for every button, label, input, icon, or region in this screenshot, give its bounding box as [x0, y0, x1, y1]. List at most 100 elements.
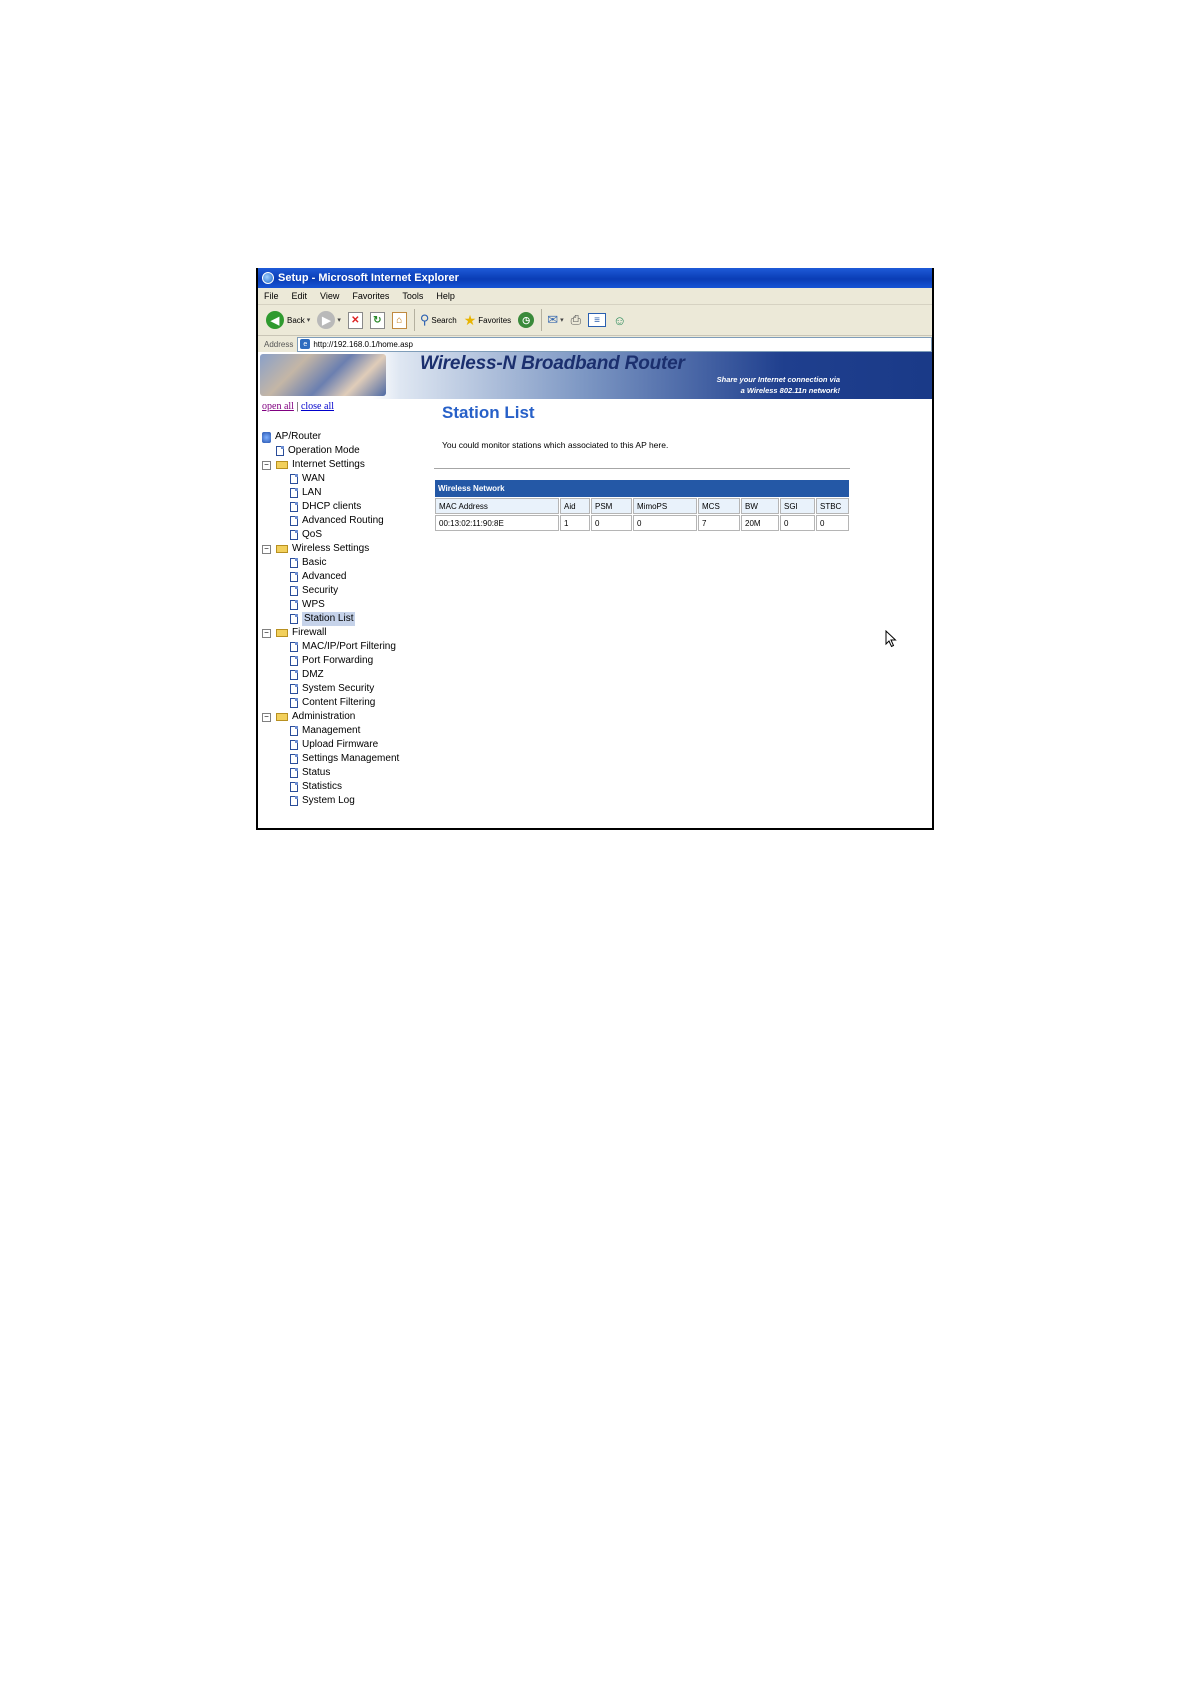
tree-item-port-forwarding[interactable]: Port Forwarding: [262, 654, 399, 668]
tree-root[interactable]: AP/Router: [262, 430, 399, 444]
menu-edit[interactable]: Edit: [292, 291, 308, 301]
tree-folder-label: Internet Settings: [292, 459, 365, 470]
tree-item-label: Statistics: [302, 781, 343, 792]
menu-help[interactable]: Help: [436, 291, 455, 301]
table-row: 00:13:02:11:90:8E 1 0 0 7 20M 0 0: [435, 515, 849, 531]
tree-item-wps[interactable]: WPS: [262, 598, 399, 612]
router-banner: Wireless-N Broadband Router Share your I…: [258, 352, 932, 399]
toolbar-separator: [541, 309, 543, 331]
tree-item-status[interactable]: Status: [262, 766, 399, 780]
tree-item-content-filtering[interactable]: Content Filtering: [262, 696, 399, 710]
back-dropdown-icon[interactable]: ▾: [307, 316, 311, 324]
router-icon: [262, 431, 271, 443]
tree-item-advanced[interactable]: Advanced: [262, 570, 399, 584]
cell-mcs: 7: [698, 515, 740, 531]
mail-button[interactable]: ✉ ▾: [547, 312, 563, 328]
station-table: Wireless Network MAC Address Aid PSM Mim…: [434, 479, 850, 532]
tree-item-management[interactable]: Management: [262, 724, 399, 738]
tree-item-label: System Log: [302, 795, 355, 806]
open-all-link[interactable]: open all: [262, 401, 294, 412]
history-button[interactable]: ◷: [518, 312, 535, 328]
star-icon: ★: [463, 311, 477, 328]
tree-item-dmz[interactable]: DMZ: [262, 668, 399, 682]
column-header-stbc: STBC: [816, 498, 849, 514]
link-separator: |: [296, 401, 299, 412]
tree-item-system-log[interactable]: System Log: [262, 794, 399, 808]
tree-folder-firewall[interactable]: − Firewall: [262, 626, 399, 640]
tree-item-advanced-routing[interactable]: Advanced Routing: [262, 514, 399, 528]
column-header-sgi: SGI: [780, 498, 815, 514]
address-url: http://192.168.0.1/home.asp: [313, 339, 413, 349]
tree-item-mac-ip-port-filtering[interactable]: MAC/IP/Port Filtering: [262, 640, 399, 654]
tree-item-label: Security: [302, 585, 339, 596]
column-header-mac-address: MAC Address: [435, 498, 559, 514]
tree-item-system-security[interactable]: System Security: [262, 682, 399, 696]
stop-icon: ✕: [347, 311, 363, 329]
collapse-toggle-icon[interactable]: −: [262, 713, 271, 722]
cell-sgi: 0: [780, 515, 815, 531]
tree-item-dhcp-clients[interactable]: DHCP clients: [262, 500, 399, 514]
tree-item-lan[interactable]: LAN: [262, 486, 399, 500]
tree-item-station-list[interactable]: Station List: [262, 612, 399, 626]
print-button[interactable]: ⎙: [571, 312, 581, 328]
tree-item-upload-firmware[interactable]: Upload Firmware: [262, 738, 399, 752]
tree-links: open all | close all: [262, 401, 334, 412]
tree-item-security[interactable]: Security: [262, 584, 399, 598]
tree-item-wan[interactable]: WAN: [262, 472, 399, 486]
address-input[interactable]: e http://192.168.0.1/home.asp: [297, 336, 932, 352]
tree-item-label: QoS: [302, 529, 323, 540]
cell-mimops: 0: [633, 515, 697, 531]
menu-view[interactable]: View: [320, 291, 339, 301]
tree-item-label: WAN: [302, 473, 325, 484]
collapse-toggle-icon[interactable]: −: [262, 545, 271, 554]
back-button[interactable]: ◀ Back ▾: [266, 311, 310, 329]
tree-item-label: Content Filtering: [302, 697, 376, 708]
column-header-mimops: MimoPS: [633, 498, 697, 514]
close-all-link[interactable]: close all: [301, 401, 334, 412]
menu-file[interactable]: File: [264, 291, 279, 301]
edit-button[interactable]: ≡: [588, 313, 607, 327]
tree-item-basic[interactable]: Basic: [262, 556, 399, 570]
column-header-bw: BW: [741, 498, 779, 514]
forward-button[interactable]: ▶ ▾: [317, 311, 341, 329]
page-icon: [290, 502, 298, 512]
tree-item-label: Advanced Routing: [302, 515, 384, 526]
mail-dropdown-icon[interactable]: ▾: [560, 316, 564, 324]
mouse-cursor-icon: [885, 630, 897, 648]
collapse-toggle-icon[interactable]: −: [262, 461, 271, 470]
tree-item-label: LAN: [302, 487, 322, 498]
menu-favorites[interactable]: Favorites: [352, 291, 389, 301]
page-icon: [290, 488, 298, 498]
tree-folder-label: Wireless Settings: [292, 543, 370, 554]
page-icon: e: [300, 339, 311, 349]
tree-item-label: Management: [302, 725, 361, 736]
tree-item-label: Advanced: [302, 571, 347, 582]
tree-folder-internet-settings[interactable]: − Internet Settings: [262, 458, 399, 472]
refresh-button[interactable]: ↻: [369, 311, 385, 329]
tree-folder-wireless-settings[interactable]: − Wireless Settings: [262, 542, 399, 556]
search-button[interactable]: ⚲ Search: [420, 312, 457, 328]
menu-bar: File Edit View Favorites Tools Help: [258, 288, 932, 305]
home-button[interactable]: ⌂: [391, 311, 407, 329]
stop-button[interactable]: ✕: [347, 311, 363, 329]
tree-item-label: System Security: [302, 683, 375, 694]
tree-item-operation-mode[interactable]: Operation Mode: [262, 444, 399, 458]
messenger-icon: ☺: [613, 312, 627, 328]
favorites-button[interactable]: ★ Favorites: [464, 312, 511, 329]
collapse-toggle-icon[interactable]: −: [262, 629, 271, 638]
tree-item-statistics[interactable]: Statistics: [262, 780, 399, 794]
tree-item-label: DMZ: [302, 669, 324, 680]
refresh-icon: ↻: [369, 311, 385, 329]
tree-item-qos[interactable]: QoS: [262, 528, 399, 542]
folder-open-icon: [276, 461, 288, 469]
cell-bw: 20M: [741, 515, 779, 531]
page-icon: [290, 740, 298, 750]
window-titlebar[interactable]: Setup - Microsoft Internet Explorer: [258, 268, 932, 288]
tree-folder-administration[interactable]: − Administration: [262, 710, 399, 724]
forward-dropdown-icon[interactable]: ▾: [337, 316, 341, 324]
page-description: You could monitor stations which associa…: [442, 440, 669, 450]
messenger-button[interactable]: ☺: [613, 313, 626, 328]
menu-tools[interactable]: Tools: [402, 291, 423, 301]
page-title: Station List: [442, 403, 535, 422]
tree-item-settings-management[interactable]: Settings Management: [262, 752, 399, 766]
